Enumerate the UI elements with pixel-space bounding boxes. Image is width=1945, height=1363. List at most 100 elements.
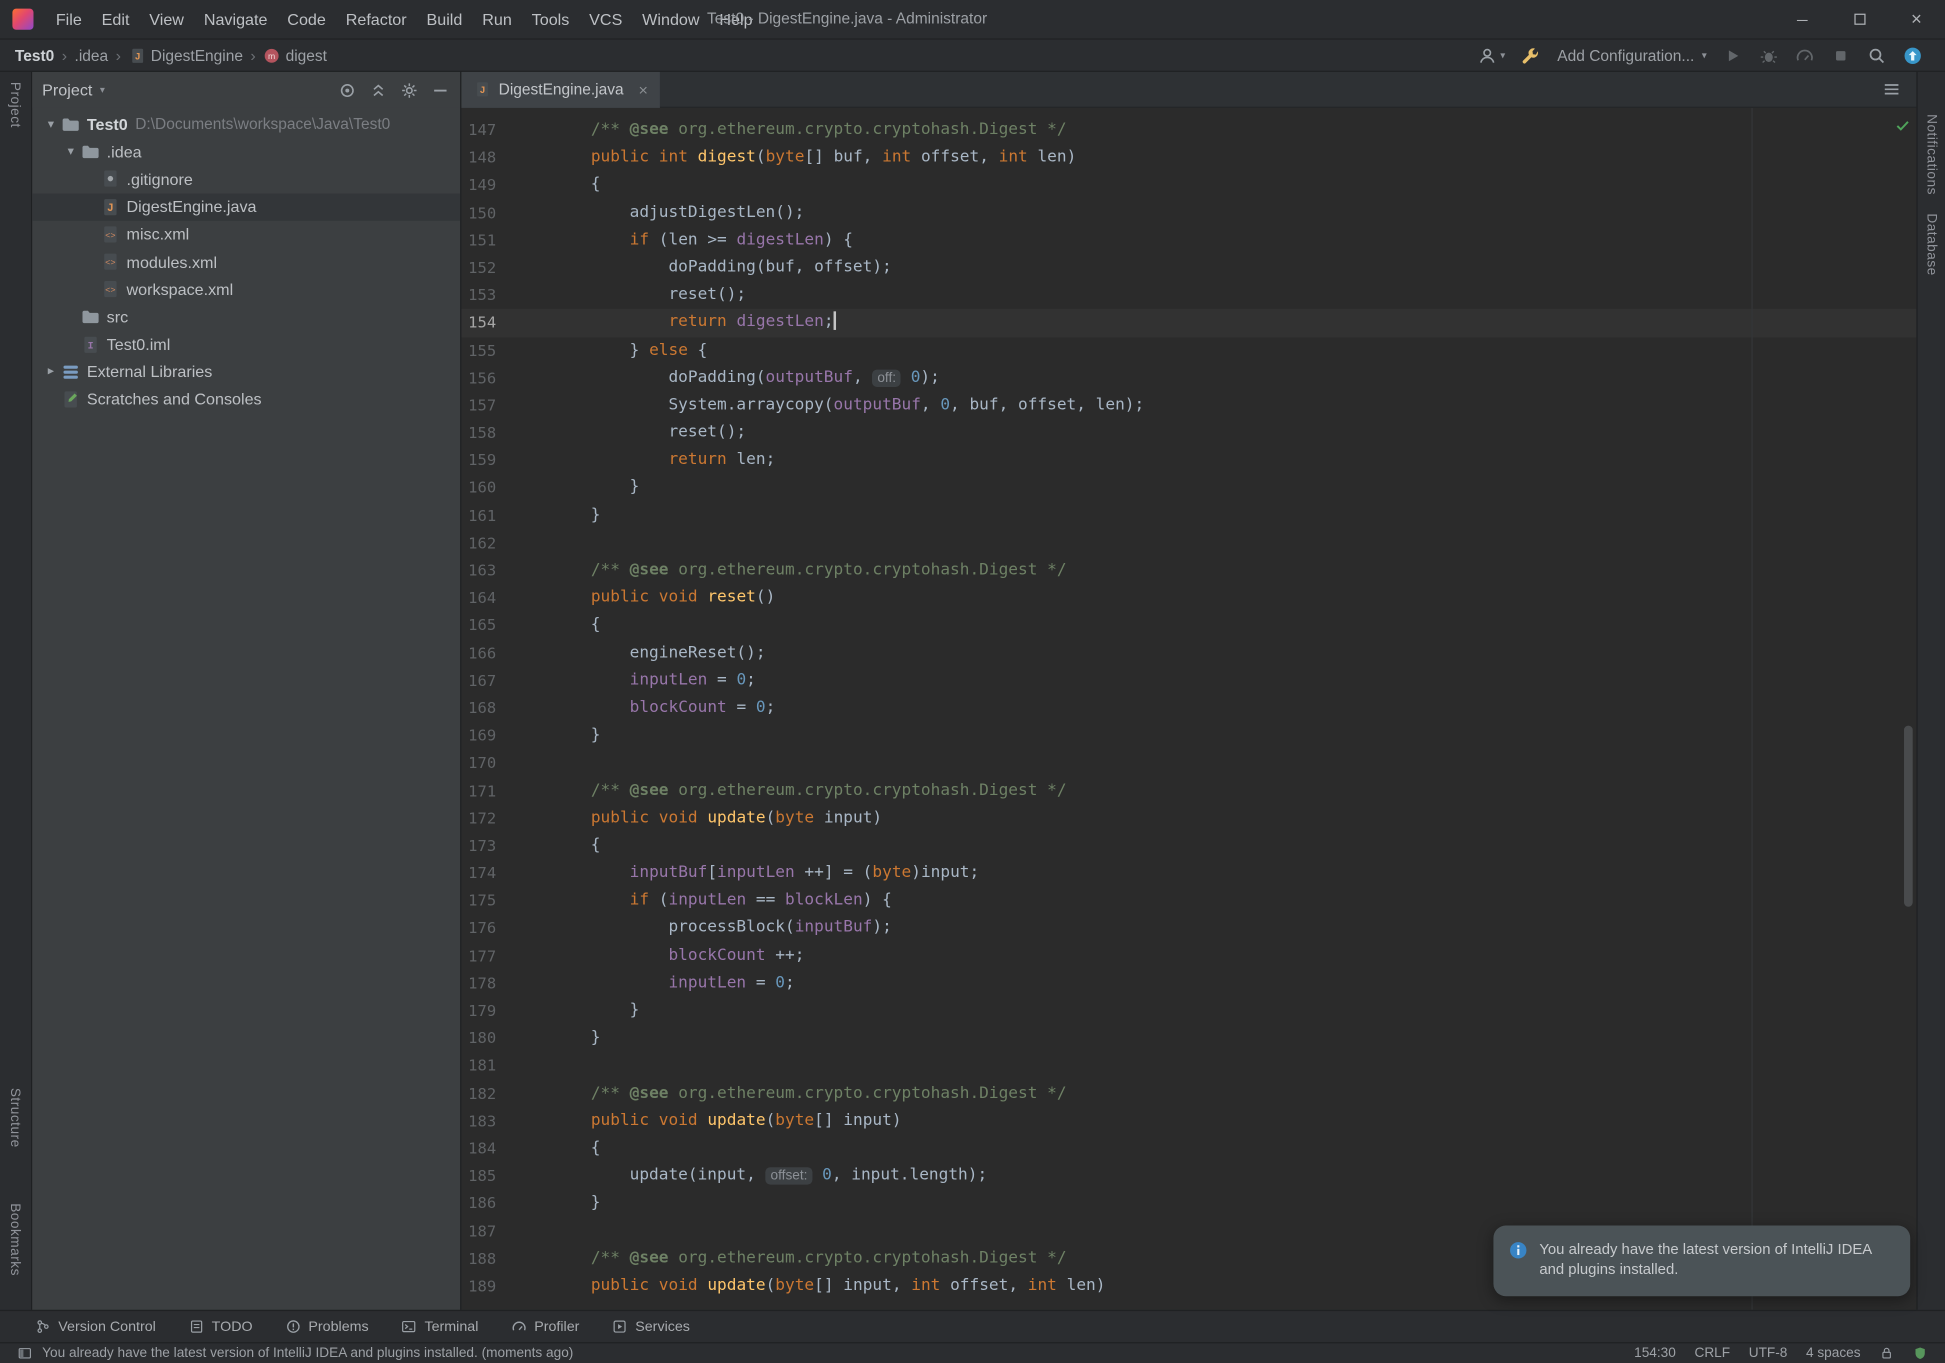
lock-icon[interactable]: [1879, 1346, 1894, 1361]
toolwindow-button-version-control[interactable]: Version Control: [35, 1319, 156, 1335]
code-line[interactable]: 169 }: [461, 722, 1916, 750]
menu-navigate[interactable]: Navigate: [194, 0, 277, 39]
code-line[interactable]: 184 {: [461, 1135, 1916, 1163]
close-tab-icon[interactable]: ×: [639, 80, 648, 99]
toolwindow-switcher-icon[interactable]: [17, 1346, 32, 1361]
menu-build[interactable]: Build: [417, 0, 473, 39]
code-line[interactable]: 182 /** @see org.ethereum.crypto.cryptoh…: [461, 1080, 1916, 1108]
line-number[interactable]: 156: [461, 364, 552, 392]
code-line[interactable]: 164 public void reset(): [461, 584, 1916, 612]
notification-balloon[interactable]: You already have the latest version of I…: [1493, 1226, 1910, 1297]
line-number[interactable]: 184: [461, 1135, 552, 1163]
breadcrumb-item-digestengine[interactable]: JDigestEngine: [128, 47, 243, 64]
code-line[interactable]: 183 public void update(byte[] input): [461, 1107, 1916, 1135]
build-wrench-icon[interactable]: [1521, 45, 1541, 65]
encoding-widget[interactable]: UTF-8: [1749, 1346, 1788, 1361]
code-line[interactable]: 177 blockCount ++;: [461, 942, 1916, 970]
status-shield-icon[interactable]: [1913, 1346, 1928, 1361]
toolwindow-button-problems[interactable]: Problems: [285, 1319, 369, 1335]
tab-digestengine-java[interactable]: J DigestEngine.java ×: [461, 71, 660, 107]
indent-widget[interactable]: 4 spaces: [1806, 1346, 1861, 1361]
code-line[interactable]: 174 inputBuf[inputLen ++] = (byte)input;: [461, 860, 1916, 888]
menu-code[interactable]: Code: [277, 0, 335, 39]
menu-file[interactable]: File: [46, 0, 92, 39]
menu-refactor[interactable]: Refactor: [336, 0, 417, 39]
debug-button[interactable]: [1759, 45, 1779, 65]
hide-panel-icon[interactable]: [430, 80, 450, 100]
line-number[interactable]: 187: [461, 1217, 552, 1245]
line-number[interactable]: 154: [461, 309, 552, 337]
line-number[interactable]: 189: [461, 1272, 552, 1300]
run-configuration-selector[interactable]: Add Configuration... ▾: [1557, 47, 1706, 64]
editor-area[interactable]: J DigestEngine.java × 147 /** @see org.e…: [460, 72, 1916, 1310]
project-view-selector[interactable]: Project ▾: [42, 81, 105, 100]
line-number[interactable]: 160: [461, 474, 552, 502]
tree-item-test0[interactable]: ▾Test0D:\Documents\workspace\Java\Test0: [32, 110, 460, 138]
tree-item-test0-iml[interactable]: ITest0.iml: [32, 331, 460, 359]
line-number[interactable]: 157: [461, 392, 552, 420]
code-line[interactable]: 165 {: [461, 612, 1916, 640]
line-number[interactable]: 169: [461, 722, 552, 750]
line-ending-widget[interactable]: CRLF: [1694, 1346, 1730, 1361]
line-number[interactable]: 188: [461, 1245, 552, 1273]
menu-run[interactable]: Run: [472, 0, 521, 39]
close-window-button[interactable]: ×: [1888, 0, 1945, 38]
stripe-button-notifications[interactable]: Notifications: [1924, 114, 1939, 195]
line-number[interactable]: 161: [461, 502, 552, 530]
code-line[interactable]: 153 reset();: [461, 282, 1916, 310]
breadcrumb-item-idea[interactable]: .idea: [75, 47, 109, 64]
code-line[interactable]: 154 return digestLen;: [461, 309, 1916, 337]
code-line[interactable]: 172 public void update(byte input): [461, 805, 1916, 833]
stripe-button-project[interactable]: Project: [7, 82, 22, 128]
tree-item-external-libraries[interactable]: ▸External Libraries: [32, 358, 460, 386]
line-number[interactable]: 186: [461, 1190, 552, 1218]
code-line[interactable]: 173 {: [461, 832, 1916, 860]
line-number[interactable]: 180: [461, 1025, 552, 1053]
code-line[interactable]: 149 {: [461, 172, 1916, 200]
code-line[interactable]: 167 inputLen = 0;: [461, 667, 1916, 695]
search-everywhere-icon[interactable]: [1867, 45, 1887, 65]
breadcrumb-item-test0[interactable]: Test0: [15, 47, 54, 64]
code-line[interactable]: 178 inputLen = 0;: [461, 970, 1916, 998]
menu-vcs[interactable]: VCS: [579, 0, 632, 39]
code-line[interactable]: 155 } else {: [461, 337, 1916, 365]
line-number[interactable]: 151: [461, 227, 552, 255]
line-number[interactable]: 150: [461, 199, 552, 227]
line-number[interactable]: 172: [461, 805, 552, 833]
toolwindow-button-todo[interactable]: TODO: [188, 1319, 253, 1335]
code-line[interactable]: 179 }: [461, 997, 1916, 1025]
line-number[interactable]: 176: [461, 915, 552, 943]
line-number[interactable]: 179: [461, 997, 552, 1025]
code-line[interactable]: 152 doPadding(buf, offset);: [461, 254, 1916, 282]
tree-item-misc-xml[interactable]: <>misc.xml: [32, 220, 460, 248]
tree-item-gitignore[interactable]: .gitignore: [32, 165, 460, 193]
code-line[interactable]: 147 /** @see org.ethereum.crypto.cryptoh…: [461, 117, 1916, 145]
user-widget[interactable]: ▾: [1478, 45, 1505, 65]
code-lines[interactable]: 147 /** @see org.ethereum.crypto.cryptoh…: [461, 108, 1916, 1310]
stripe-button-bookmarks[interactable]: Bookmarks: [7, 1203, 22, 1276]
menu-window[interactable]: Window: [632, 0, 709, 39]
tree-item-modules-xml[interactable]: <>modules.xml: [32, 248, 460, 276]
code-line[interactable]: 170: [461, 750, 1916, 778]
line-number[interactable]: 171: [461, 777, 552, 805]
line-number[interactable]: 155: [461, 337, 552, 365]
stripe-button-database[interactable]: Database: [1924, 213, 1939, 275]
line-number[interactable]: 167: [461, 667, 552, 695]
code-line[interactable]: 156 doPadding(outputBuf, off: 0);: [461, 364, 1916, 392]
line-number[interactable]: 152: [461, 254, 552, 282]
stripe-button-structure[interactable]: Structure: [7, 1088, 22, 1148]
code-line[interactable]: 168 blockCount = 0;: [461, 695, 1916, 723]
code-line[interactable]: 180 }: [461, 1025, 1916, 1053]
line-number[interactable]: 185: [461, 1162, 552, 1190]
line-number[interactable]: 164: [461, 584, 552, 612]
line-number[interactable]: 173: [461, 832, 552, 860]
line-number[interactable]: 168: [461, 695, 552, 723]
code-line[interactable]: 160 }: [461, 474, 1916, 502]
caret-position-widget[interactable]: 154:30: [1634, 1346, 1676, 1361]
menu-view[interactable]: View: [139, 0, 194, 39]
tree-item-scratches-and-consoles[interactable]: Scratches and Consoles: [32, 386, 460, 414]
code-line[interactable]: 166 engineReset();: [461, 640, 1916, 668]
code-line[interactable]: 158 reset();: [461, 419, 1916, 447]
line-number[interactable]: 159: [461, 447, 552, 475]
line-number[interactable]: 163: [461, 557, 552, 585]
